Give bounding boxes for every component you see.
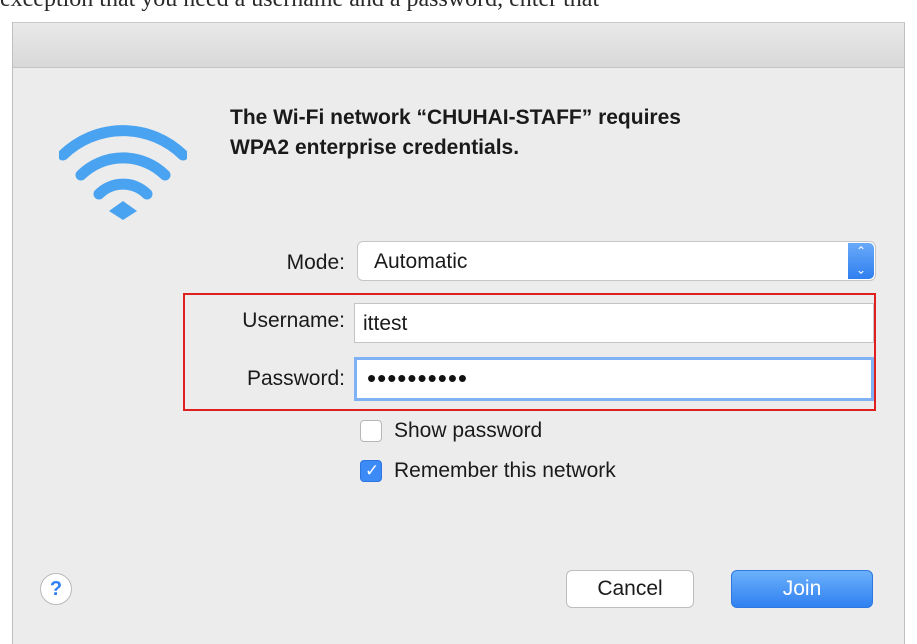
password-label: Password: bbox=[246, 367, 345, 390]
mode-label: Mode: bbox=[286, 251, 345, 274]
wifi-icon bbox=[59, 125, 187, 220]
remember-network-label[interactable]: Remember this network bbox=[394, 459, 616, 483]
show-password-checkbox[interactable] bbox=[360, 420, 382, 442]
cancel-button[interactable]: Cancel bbox=[566, 570, 694, 608]
page-header-text: exception that you need a username and a… bbox=[0, 0, 599, 13]
remember-network-checkbox[interactable]: ✓ bbox=[360, 460, 382, 482]
username-label: Username: bbox=[242, 309, 345, 332]
mode-select-value: Automatic bbox=[374, 250, 468, 273]
username-value: ittest bbox=[363, 312, 408, 335]
help-button[interactable]: ? bbox=[40, 573, 72, 605]
headline-line-2: WPA2 enterprise credentials. bbox=[230, 136, 520, 159]
headline-line-1: The Wi-Fi network “CHUHAI-STAFF” require… bbox=[230, 106, 681, 129]
wifi-credentials-dialog: The Wi-Fi network “CHUHAI-STAFF” require… bbox=[12, 22, 905, 644]
join-button[interactable]: Join bbox=[731, 570, 873, 608]
username-field[interactable]: ittest bbox=[354, 303, 874, 343]
dialog-titlebar bbox=[13, 23, 904, 68]
password-field[interactable]: •••••••••• bbox=[354, 357, 874, 401]
checkmark-icon: ✓ bbox=[365, 461, 380, 480]
up-down-chevron-icon[interactable]: ⌃ ⌃ bbox=[848, 243, 874, 279]
mode-select[interactable]: Automatic ⌃ ⌃ bbox=[357, 241, 876, 281]
show-password-label[interactable]: Show password bbox=[394, 419, 542, 443]
password-masked-value: •••••••••• bbox=[367, 363, 469, 393]
dialog-headline: The Wi-Fi network “CHUHAI-STAFF” require… bbox=[230, 103, 870, 163]
